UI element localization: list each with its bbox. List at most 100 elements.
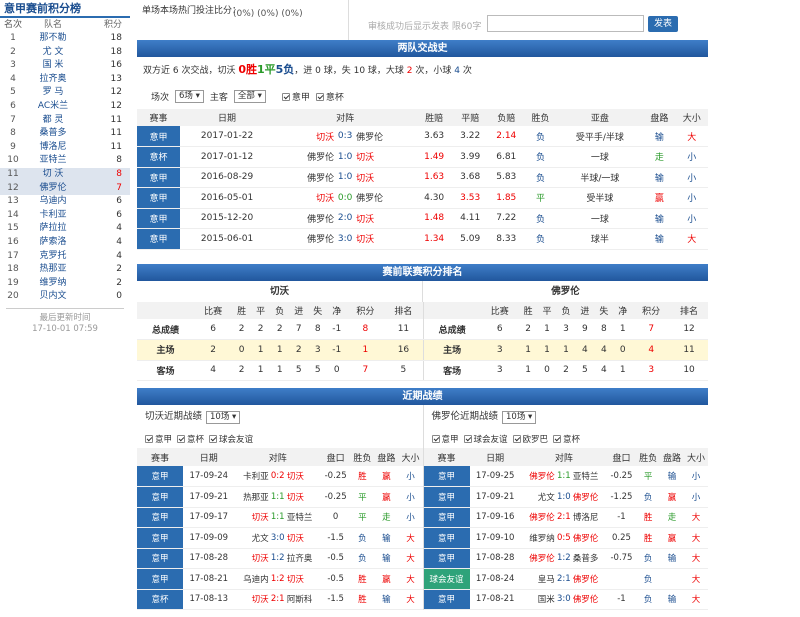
league-badge[interactable]: 意甲 bbox=[137, 187, 180, 209]
match-score[interactable]: 1:1 bbox=[554, 466, 573, 487]
home-team[interactable]: 热那亚 bbox=[234, 486, 269, 508]
team-name[interactable]: 乌迪内 bbox=[26, 195, 80, 209]
home-team[interactable]: 佛罗伦 bbox=[520, 466, 555, 487]
standing-row[interactable]: 9 博洛尼 11 bbox=[0, 141, 130, 155]
standing-row[interactable]: 5 罗 马 12 bbox=[0, 86, 130, 100]
home-team[interactable]: 维罗纳 bbox=[520, 527, 555, 549]
match-score[interactable]: 1:0 bbox=[554, 486, 573, 508]
home-team[interactable]: 皇马 bbox=[520, 568, 555, 590]
home-team[interactable]: 切沃 bbox=[234, 548, 269, 569]
team-name[interactable]: 都 灵 bbox=[26, 114, 80, 128]
home-team[interactable]: 佛罗伦 bbox=[520, 507, 555, 528]
league-badge[interactable]: 意杯 bbox=[137, 146, 180, 168]
checkbox-checked-icon[interactable] bbox=[177, 435, 186, 443]
recent-right-count-select[interactable]: 10场 ▾ bbox=[502, 410, 537, 424]
home-team[interactable]: 国米 bbox=[520, 589, 555, 610]
standing-row[interactable]: 12 佛罗伦 7 bbox=[0, 181, 130, 196]
post-button[interactable]: 发表 bbox=[648, 16, 678, 32]
match-count-select[interactable]: 6场 ▾ bbox=[175, 89, 204, 103]
league-badge[interactable]: 意甲 bbox=[423, 486, 470, 508]
team-name[interactable]: 切 沃 bbox=[26, 168, 80, 182]
away-team[interactable]: 佛罗伦 bbox=[572, 568, 607, 590]
standing-row[interactable]: 19 维罗纳 2 bbox=[0, 277, 130, 291]
team-name[interactable]: 萨拉拉 bbox=[26, 222, 80, 236]
league-badge[interactable]: 意甲 bbox=[137, 466, 183, 487]
home-team[interactable]: 佛罗伦 bbox=[274, 146, 335, 168]
match-score[interactable]: 2:0 bbox=[334, 208, 357, 229]
away-team[interactable]: 佛罗伦 bbox=[356, 126, 417, 147]
away-team[interactable]: 亚特兰 bbox=[286, 507, 321, 528]
league-badge[interactable]: 意甲 bbox=[137, 486, 183, 508]
home-team[interactable]: 佛罗伦 bbox=[274, 167, 335, 188]
match-score[interactable]: 2:1 bbox=[268, 589, 287, 610]
match-score[interactable]: 0:5 bbox=[554, 527, 573, 549]
team-name[interactable]: AC米兰 bbox=[26, 100, 80, 114]
league-badge[interactable]: 意甲 bbox=[423, 527, 470, 549]
standing-row[interactable]: 14 卡利亚 6 bbox=[0, 209, 130, 223]
match-score[interactable]: 3:0 bbox=[334, 228, 357, 250]
checkbox-checked-icon[interactable] bbox=[463, 435, 472, 443]
checkbox-checked-icon[interactable] bbox=[553, 435, 562, 443]
home-team[interactable]: 尤文 bbox=[234, 527, 269, 549]
match-score[interactable]: 1:1 bbox=[268, 486, 287, 508]
match-score[interactable]: 1:2 bbox=[554, 548, 573, 569]
checkbox-checked-icon[interactable] bbox=[281, 93, 290, 101]
away-team[interactable]: 切沃 bbox=[356, 208, 417, 229]
standing-row[interactable]: 13 乌迪内 6 bbox=[0, 195, 130, 209]
away-team[interactable]: 切沃 bbox=[286, 527, 321, 549]
league-badge[interactable]: 球会友谊 bbox=[423, 568, 470, 590]
recent-left-count-select[interactable]: 10场 ▾ bbox=[206, 410, 241, 424]
recent-filter-checkbox[interactable]: 意甲 bbox=[145, 433, 172, 445]
recent-filter-checkbox[interactable]: 意杯 bbox=[553, 433, 580, 445]
team-name[interactable]: 罗 马 bbox=[26, 86, 80, 100]
team-name[interactable]: 贝内文 bbox=[26, 290, 80, 304]
standing-row[interactable]: 17 克罗托 4 bbox=[0, 250, 130, 264]
standing-row[interactable]: 10 亚特兰 8 bbox=[0, 154, 130, 168]
league-badge[interactable]: 意甲 bbox=[137, 167, 180, 188]
team-name[interactable]: 萨索洛 bbox=[26, 236, 80, 250]
home-team[interactable]: 佛罗伦 bbox=[274, 228, 335, 250]
recent-filter-checkbox[interactable]: 意杯 bbox=[177, 433, 204, 445]
home-team[interactable]: 切沃 bbox=[274, 126, 335, 147]
away-team[interactable]: 佛罗伦 bbox=[572, 589, 607, 610]
team-name[interactable]: 国 米 bbox=[26, 59, 80, 73]
home-team[interactable]: 切沃 bbox=[234, 589, 269, 610]
away-team[interactable]: 阿斯科 bbox=[286, 589, 321, 610]
standing-row[interactable]: 18 热那亚 2 bbox=[0, 263, 130, 277]
away-team[interactable]: 切沃 bbox=[286, 486, 321, 508]
league-badge[interactable]: 意甲 bbox=[423, 548, 470, 569]
league-badge[interactable]: 意甲 bbox=[137, 507, 183, 528]
match-score[interactable]: 2:1 bbox=[554, 568, 573, 590]
match-score[interactable]: 0:3 bbox=[334, 126, 357, 147]
league-badge[interactable]: 意甲 bbox=[137, 228, 180, 250]
match-score[interactable]: 1:0 bbox=[334, 167, 357, 188]
standing-row[interactable]: 20 贝内文 0 bbox=[0, 290, 130, 304]
team-name[interactable]: 佛罗伦 bbox=[26, 182, 80, 196]
standing-row[interactable]: 7 都 灵 11 bbox=[0, 114, 130, 128]
standing-row[interactable]: 1 那不勒 18 bbox=[0, 32, 130, 46]
standing-row[interactable]: 3 国 米 16 bbox=[0, 59, 130, 73]
team-name[interactable]: 桑普多 bbox=[26, 127, 80, 141]
filter-serie-a[interactable]: 意甲 bbox=[281, 90, 310, 103]
home-team[interactable]: 佛罗伦 bbox=[274, 208, 335, 229]
away-team[interactable]: 亚特兰 bbox=[572, 466, 607, 487]
recent-filter-checkbox[interactable]: 欧罗巴 bbox=[512, 433, 548, 445]
home-away-select[interactable]: 全部 ▾ bbox=[233, 89, 266, 103]
match-score[interactable]: 0:0 bbox=[334, 187, 357, 209]
home-team[interactable]: 乌迪内 bbox=[234, 568, 269, 590]
standing-row[interactable]: 8 桑普多 11 bbox=[0, 127, 130, 141]
league-badge[interactable]: 意甲 bbox=[137, 527, 183, 549]
recent-filter-checkbox[interactable]: 球会友谊 bbox=[209, 433, 253, 445]
standing-row[interactable]: 6 AC米兰 12 bbox=[0, 100, 130, 114]
away-team[interactable]: 博洛尼 bbox=[572, 507, 607, 528]
team-name[interactable]: 博洛尼 bbox=[26, 141, 80, 155]
home-team[interactable]: 佛罗伦 bbox=[520, 548, 555, 569]
league-badge[interactable]: 意甲 bbox=[137, 548, 183, 569]
away-team[interactable]: 佛罗伦 bbox=[356, 187, 417, 209]
recent-filter-checkbox[interactable]: 意甲 bbox=[431, 433, 459, 445]
team-name[interactable]: 那不勒 bbox=[26, 32, 80, 46]
away-team[interactable]: 佛罗伦 bbox=[572, 486, 607, 508]
checkbox-checked-icon[interactable] bbox=[315, 93, 324, 101]
home-team[interactable]: 卡利亚 bbox=[234, 466, 269, 487]
home-team[interactable]: 切沃 bbox=[274, 187, 335, 209]
